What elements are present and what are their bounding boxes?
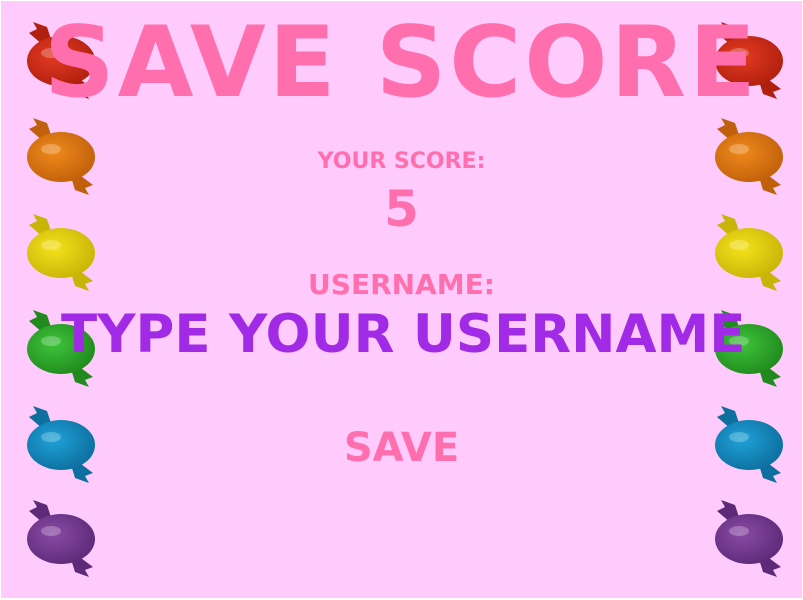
purple-candy-icon xyxy=(709,497,789,579)
score-value: 5 xyxy=(384,180,419,238)
blue-candy-icon xyxy=(21,403,101,485)
username-input[interactable] xyxy=(61,299,742,369)
save-score-screen: SAVE SCORE YOUR SCORE: 5 USERNAME: SAVE xyxy=(1,1,802,598)
username-label: USERNAME: xyxy=(308,268,495,301)
blue-candy-icon xyxy=(709,403,789,485)
score-label: YOUR SCORE: xyxy=(317,149,486,174)
save-button[interactable]: SAVE xyxy=(321,421,482,475)
purple-candy-icon xyxy=(21,497,101,579)
page-title: SAVE SCORE xyxy=(44,6,759,120)
